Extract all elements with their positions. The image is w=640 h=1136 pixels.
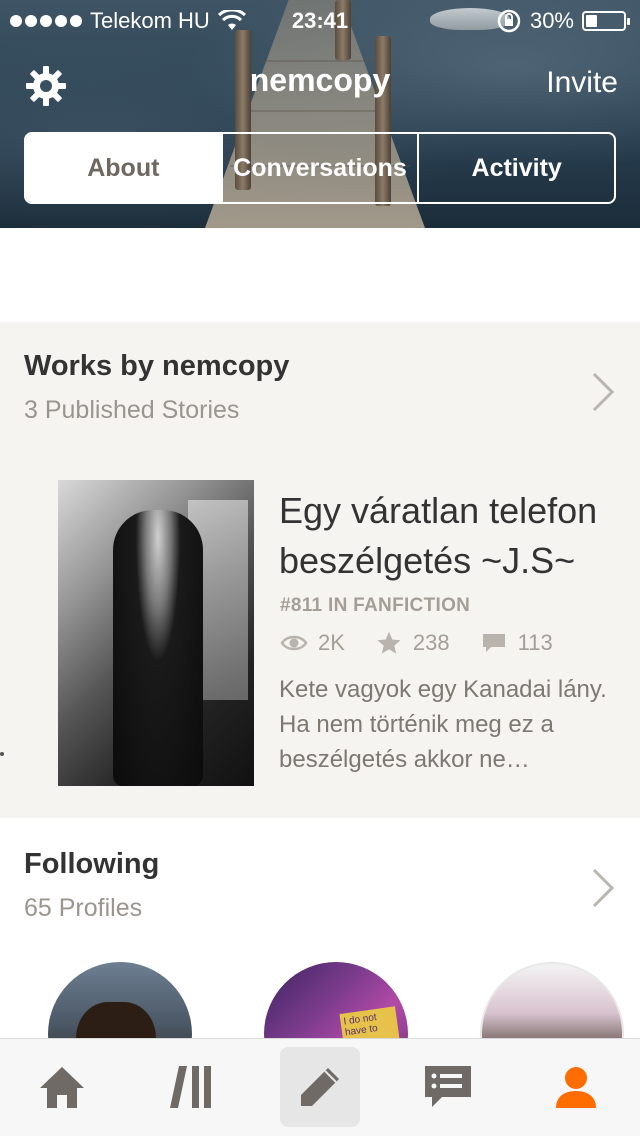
battery-percent: 30% xyxy=(529,8,574,33)
story-title[interactable]: Egy váratlan telefon beszélgetés ~J.S~ xyxy=(279,486,629,586)
invite-button[interactable]: Invite xyxy=(546,66,618,100)
tab-activity[interactable]: Activity xyxy=(417,134,614,202)
home-icon xyxy=(40,1067,84,1108)
avatar-note-text: I do not have to xyxy=(342,1012,379,1039)
works-title: Works by nemcopy xyxy=(24,350,290,382)
tab-about[interactable]: About xyxy=(26,134,221,202)
profile-icon xyxy=(556,1067,596,1108)
star-icon xyxy=(377,632,401,654)
tab-profile[interactable] xyxy=(536,1047,616,1127)
tab-messages[interactable] xyxy=(408,1047,488,1127)
page-indicator xyxy=(0,752,4,756)
comment-icon xyxy=(482,634,505,652)
works-section: Works by nemcopy 3 Published Stories Egy… xyxy=(0,322,640,818)
story-stats: 2K 238 113 xyxy=(280,630,583,656)
reads-stat: 2K xyxy=(280,630,345,656)
tab-home[interactable] xyxy=(22,1047,102,1127)
chevron-right-icon[interactable] xyxy=(590,866,616,910)
status-bar: Telekom HU 23:41 30% xyxy=(0,6,640,36)
following-title: Following xyxy=(24,848,160,880)
nav-bar: nemcopy Invite xyxy=(0,58,640,112)
reads-count: 2K xyxy=(318,630,345,655)
library-icon xyxy=(170,1066,211,1108)
comments-count: 113 xyxy=(517,630,553,655)
profile-header: Telekom HU 23:41 30% nemcopy Invite Abou… xyxy=(0,0,640,228)
tab-bar xyxy=(0,1038,640,1136)
votes-stat: 238 xyxy=(375,630,450,656)
story-rank: #811 IN FANFICTION xyxy=(280,595,471,616)
story-description-text: Kete vagyok egy Kanadai lány. Ha nem tör… xyxy=(279,676,607,773)
votes-count: 238 xyxy=(412,630,450,655)
tab-library[interactable] xyxy=(152,1047,232,1127)
battery-icon xyxy=(582,11,630,31)
write-icon xyxy=(301,1068,339,1106)
messages-icon xyxy=(425,1066,471,1107)
rotation-lock-icon xyxy=(497,9,521,33)
following-subtitle: 65 Profiles xyxy=(24,894,143,922)
battery-level xyxy=(586,15,597,27)
cover-figure xyxy=(113,510,203,786)
tab-conversations[interactable]: Conversations xyxy=(220,134,418,202)
eye-icon xyxy=(280,635,308,651)
chevron-right-icon[interactable] xyxy=(590,370,616,414)
comments-stat: 113 xyxy=(480,630,553,656)
story-description: Kete vagyok egy Kanadai lány. Ha nem tör… xyxy=(279,672,609,777)
tab-write[interactable] xyxy=(280,1047,360,1127)
page-title: nemcopy xyxy=(249,62,391,98)
story-cover[interactable] xyxy=(58,480,254,786)
works-subtitle: 3 Published Stories xyxy=(24,396,240,424)
profile-tabs: About Conversations Activity xyxy=(24,132,616,204)
